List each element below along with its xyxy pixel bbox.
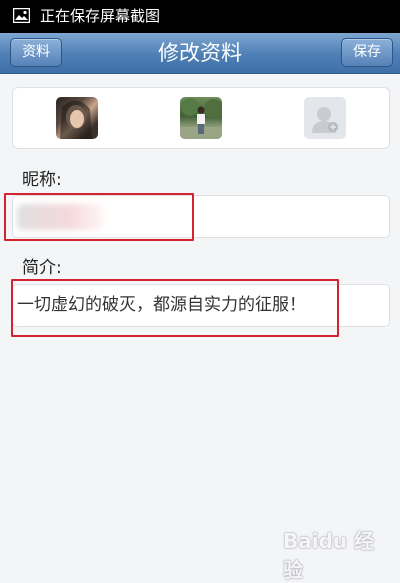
user-silhouette-icon <box>312 107 338 133</box>
avatar-photo-2[interactable] <box>180 97 222 139</box>
watermark-text: Baidu 经验 <box>283 529 375 582</box>
image-icon <box>13 8 30 23</box>
highlight-box-nickname <box>4 193 194 241</box>
avatar-list <box>12 87 390 149</box>
highlight-box-bio <box>11 279 339 337</box>
nickname-label: 昵称: <box>22 170 62 190</box>
person-outdoor-image-icon <box>180 98 222 139</box>
page-title: 修改资料 <box>158 41 242 65</box>
status-bar: 正在保存屏幕截图 <box>0 0 400 33</box>
status-text: 正在保存屏幕截图 <box>40 7 161 25</box>
nav-bar: 资料 修改资料 保存 <box>0 33 400 74</box>
save-button[interactable]: 保存 <box>341 38 393 67</box>
bio-label: 简介: <box>22 258 62 278</box>
baidu-watermark: Baidu 经验 <box>283 525 393 582</box>
avatar-photo-1[interactable] <box>56 97 98 139</box>
portrait-image-icon <box>60 100 92 139</box>
add-avatar-placeholder[interactable] <box>304 97 346 139</box>
